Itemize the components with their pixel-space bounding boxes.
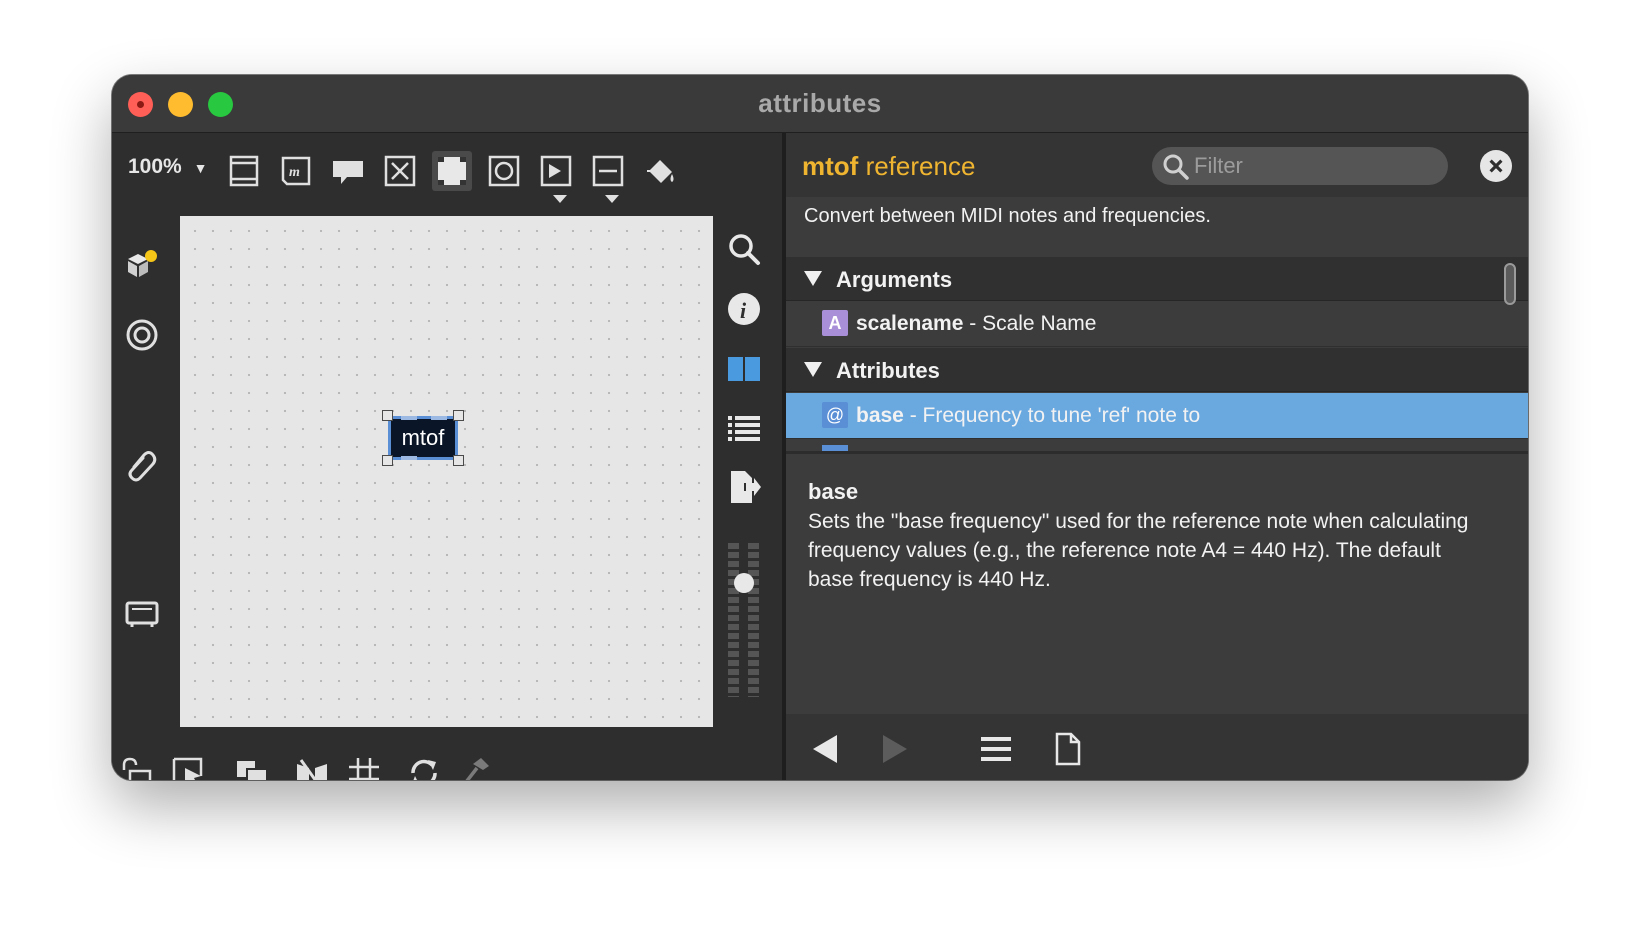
reference-pane: mtof reference Convert between MIDI note… xyxy=(786,133,1528,780)
message-icon[interactable]: m xyxy=(276,151,316,191)
forward-arrow-icon[interactable] xyxy=(874,730,914,768)
meter-left xyxy=(728,543,739,697)
button-icon[interactable] xyxy=(484,151,524,191)
patcher-canvas[interactable]: mtof xyxy=(180,216,713,727)
console-icon[interactable] xyxy=(122,593,162,633)
resize-handle[interactable] xyxy=(453,455,464,466)
close-icon xyxy=(1489,159,1503,173)
paint-bucket-icon[interactable] xyxy=(640,151,680,191)
list-icon[interactable] xyxy=(724,409,764,449)
paperclip-icon[interactable] xyxy=(122,445,162,485)
attributes-section-header[interactable]: Attributes xyxy=(786,348,1528,392)
packages-icon[interactable] xyxy=(122,245,162,285)
target-icon[interactable] xyxy=(122,315,162,355)
resize-handle[interactable] xyxy=(382,455,393,466)
presentation-icon[interactable] xyxy=(224,151,264,191)
info-icon[interactable]: i xyxy=(724,289,764,329)
mtof-object[interactable]: mtof xyxy=(382,410,464,466)
play-dropdown-caret[interactable] xyxy=(553,195,567,203)
attribute-desc: - Frequency to tune 'ref' note to xyxy=(903,404,1201,427)
disclosure-triangle-icon xyxy=(804,271,822,286)
grid-icon[interactable] xyxy=(344,753,384,780)
play-icon[interactable] xyxy=(536,151,576,191)
disclosure-triangle-icon xyxy=(804,362,822,377)
reference-footer xyxy=(786,714,1528,780)
lock-icon[interactable] xyxy=(116,753,156,780)
back-arrow-icon[interactable] xyxy=(806,730,846,768)
arguments-section-header[interactable]: Arguments xyxy=(786,257,1528,301)
object-label: mtof xyxy=(401,425,445,450)
reference-header: mtof reference xyxy=(786,133,1528,197)
argument-row[interactable]: A scalename - Scale Name xyxy=(786,301,1528,347)
hammer-icon[interactable] xyxy=(456,753,496,780)
meter-right xyxy=(748,543,759,697)
select-cursor-icon[interactable] xyxy=(168,753,208,780)
object-inlet-2[interactable] xyxy=(431,416,447,420)
argument-desc: - Scale Name xyxy=(963,312,1097,335)
argument-name: scalename xyxy=(856,312,964,335)
search-icon[interactable] xyxy=(724,229,764,269)
app-window: attributes 100% ▼ m mtof i mtof referenc… xyxy=(112,75,1528,780)
gain-slider-knob[interactable] xyxy=(734,573,754,593)
patcher-object-icon[interactable] xyxy=(432,151,472,191)
svg-text:i: i xyxy=(740,298,747,323)
object-description: Convert between MIDI notes and frequenci… xyxy=(804,205,1211,227)
attribute-row[interactable]: @ base - Frequency to tune 'ref' note to xyxy=(786,393,1528,439)
argument-text: scalename - Scale Name xyxy=(856,312,1096,336)
layers-icon[interactable] xyxy=(232,753,272,780)
object-inlet[interactable] xyxy=(401,416,417,420)
argument-type-badge: A xyxy=(822,310,848,336)
hide-cords-icon[interactable] xyxy=(292,753,332,780)
resize-handle[interactable] xyxy=(453,410,464,421)
attributes-label: Attributes xyxy=(836,358,940,383)
toggle-icon[interactable] xyxy=(380,151,420,191)
reference-title: mtof reference xyxy=(802,151,975,182)
detail-title: base xyxy=(808,479,859,504)
refresh-icon[interactable] xyxy=(404,753,444,780)
svg-text:m: m xyxy=(289,165,300,180)
resize-handle[interactable] xyxy=(382,410,393,421)
window-title: attributes xyxy=(758,88,882,118)
export-icon[interactable] xyxy=(724,467,764,507)
object-outlet[interactable] xyxy=(401,456,417,460)
patcher-pane: 100% ▼ m mtof i xyxy=(112,133,782,780)
zoom-selector[interactable]: 100% ▼ xyxy=(128,155,207,179)
attribute-text: base - Frequency to tune 'ref' note to xyxy=(856,404,1200,428)
reference-object-name: mtof xyxy=(802,151,859,181)
attribute-type-badge: @ xyxy=(822,402,848,428)
search-icon xyxy=(1163,154,1189,180)
list-scrollbar[interactable] xyxy=(1504,263,1516,305)
attribute-name: base xyxy=(856,404,904,427)
menu-icon[interactable] xyxy=(976,730,1016,768)
chevron-down-icon: ▼ xyxy=(193,160,208,176)
filter-input[interactable] xyxy=(1152,147,1448,185)
arguments-label: Arguments xyxy=(836,267,953,292)
document-icon[interactable] xyxy=(1048,730,1088,768)
slider-icon[interactable] xyxy=(588,151,628,191)
reference-icon[interactable] xyxy=(724,349,764,389)
slider-dropdown-caret[interactable] xyxy=(605,195,619,203)
audio-level-meter xyxy=(726,543,762,697)
detail-description: Sets the "base frequency" used for the r… xyxy=(808,510,1469,591)
zoom-value: 100% xyxy=(128,155,182,178)
comment-icon[interactable] xyxy=(328,151,368,191)
close-reference-button[interactable] xyxy=(1480,150,1512,182)
title-bar: attributes xyxy=(112,75,1528,133)
detail-separator[interactable] xyxy=(786,451,1528,454)
reference-title-suffix: reference xyxy=(865,151,976,181)
